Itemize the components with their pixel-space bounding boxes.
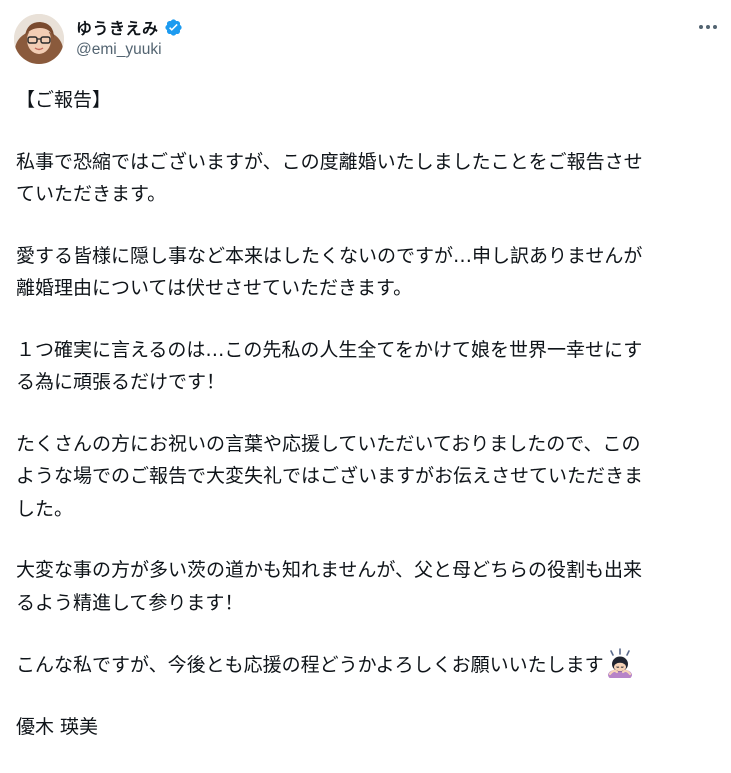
text-line: たくさんの方にお祝いの言葉や応援していただいておりましたので、この [16, 432, 641, 455]
paragraph-heading: 【ご報告】 [16, 84, 722, 117]
signature-text: 優木 瑛美 [16, 715, 99, 738]
display-name-row: ゆうきえみ [76, 16, 183, 38]
post-text: 【ご報告】 私事で恐縮ではございますが、この度離婚いたしましたことをご報告させ … [16, 84, 722, 772]
verified-badge-icon[interactable] [164, 18, 183, 37]
text-line: る為に頑張るだけです！ [16, 371, 226, 393]
bowing-woman-emoji-icon [605, 648, 635, 681]
avatar[interactable] [14, 14, 64, 64]
post-header: ゆうきえみ @emi_yuuki [14, 14, 723, 66]
text-line: ような場でのご報告で大変失礼ではございますがお伝えさせていただきま [16, 465, 644, 487]
paragraph: たくさんの方にお祝いの言葉や応援していただいておりましたので、この ような場での… [16, 428, 722, 526]
text-line: ていただきます。 [16, 183, 167, 205]
paragraph: こんな私ですが、今後とも応援の程どうかよろしくお願いいたします [16, 648, 722, 682]
text-line: １つ確実に言えるのは…この先私の人生全てをかけて娘を世界一幸せにす [16, 338, 643, 361]
display-name[interactable]: ゆうきえみ [76, 15, 159, 39]
paragraph: 愛する皆様に隠し事など本来はしたくないのですが…申し訳ありませんが 離婚理由につ… [16, 240, 722, 305]
text-line: 離婚理由については伏せさせていただきます。 [16, 277, 413, 299]
paragraph: 私事で恐縮ではございますが、この度離婚いたしましたことをご報告させ ていただきま… [16, 146, 722, 211]
text-line: 私事で恐縮ではございますが、この度離婚いたしましたことをご報告させ [16, 150, 643, 173]
text-line: 【ご報告】 [16, 89, 112, 111]
paragraph: １つ確実に言えるのは…この先私の人生全てをかけて娘を世界一幸せにす る為に頑張る… [16, 334, 722, 399]
text-line: るよう精進して参ります！ [16, 591, 244, 614]
text-line-with-emoji: こんな私ですが、今後とも応援の程どうかよろしくお願いいたします [16, 648, 722, 682]
text-line: こんな私ですが、今後とも応援の程どうかよろしくお願いいたします [16, 654, 604, 676]
text-line: 愛する皆様に隠し事など本来はしたくないのですが…申し訳ありませんが [16, 244, 643, 267]
text-line: した。 [16, 497, 74, 520]
text-line: 大変な事の方が多い茨の道かも知れませんが、父と母どちらの役割も出来 [16, 559, 643, 581]
avatar-image [14, 14, 64, 64]
more-horizontal-icon[interactable] [693, 16, 723, 38]
handle[interactable]: @emi_yuuki [76, 41, 183, 59]
paragraph: 大変な事の方が多い茨の道かも知れませんが、父と母どちらの役割も出来 るよう精進し… [16, 554, 722, 619]
author-names: ゆうきえみ @emi_yuuki [76, 16, 183, 59]
post-card: ゆうきえみ @emi_yuuki 【ご報告】 私事で恐縮ではございますが、この度… [0, 0, 731, 773]
signature: 優木 瑛美 [16, 711, 722, 744]
